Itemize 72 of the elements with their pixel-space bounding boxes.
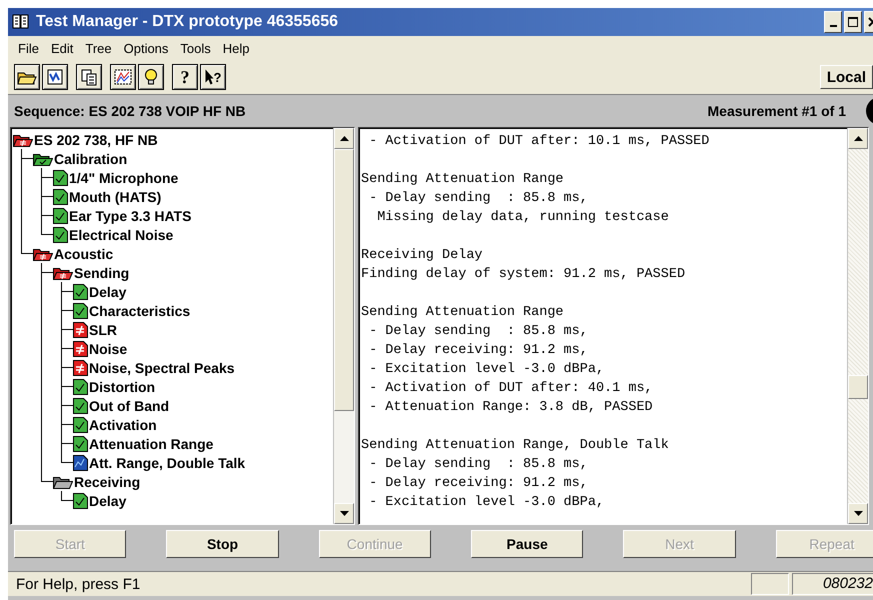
- menu-item[interactable]: Help: [216, 40, 256, 56]
- log-line: - Delay sending : 85.8 ms,: [368, 190, 589, 208]
- tree-node-label[interactable]: Sending: [74, 264, 130, 280]
- scrollbar[interactable]: [333, 128, 354, 524]
- log-line: - Activation of DUT after: 10.1 ms, PASSED: [368, 133, 710, 151]
- tree-node-label[interactable]: Attenuation Range: [89, 436, 214, 452]
- log-line: Sending Attenuation Range: [361, 171, 565, 189]
- log-line: Receiving Delay: [361, 247, 484, 265]
- tree-node-label[interactable]: Noise, Spectral Peaks: [89, 360, 235, 376]
- tree-node-label[interactable]: Receiving: [74, 474, 140, 490]
- context-help-button[interactable]: ?: [200, 64, 226, 90]
- action-button[interactable]: Stop: [166, 530, 279, 558]
- log-line: Sending Attenuation Range, Double Talk: [361, 437, 670, 455]
- up-arrow-icon: [854, 136, 862, 141]
- tree-node-label[interactable]: SLR: [89, 322, 117, 338]
- menu-item[interactable]: File: [12, 40, 45, 56]
- scrollbar-thumb[interactable]: [848, 375, 868, 399]
- log-line: - Attenuation Range: 3.8 dB, PASSED: [368, 399, 654, 417]
- maximize-icon: [848, 17, 858, 27]
- tree-node-label[interactable]: Characteristics: [89, 302, 190, 318]
- log-line: Finding delay of system: 91.2 ms, PASSED: [361, 266, 686, 284]
- log-line: - Excitation level -3.0 dBPa,: [368, 494, 606, 512]
- tree-node-label[interactable]: Acoustic: [54, 246, 114, 262]
- sequence-label: Sequence: ES 202 738 VOIP HF NB: [14, 103, 246, 119]
- tree-node-label[interactable]: Delay: [89, 284, 126, 300]
- status-text: For Help, press F1: [15, 576, 142, 592]
- window-title: Test Manager - DTX prototype 46355656: [36, 13, 340, 31]
- maximize-button[interactable]: [844, 11, 862, 33]
- menu-item[interactable]: Tree: [79, 40, 118, 56]
- tree-node-label[interactable]: Ear Type 3.3 HATS: [69, 208, 192, 224]
- menu-item[interactable]: Edit: [44, 40, 80, 56]
- action-button[interactable]: Pause: [470, 530, 584, 558]
- status-code: 080232: [792, 573, 873, 595]
- log-line: - Delay sending : 85.8 ms,: [368, 456, 589, 474]
- open-folder-icon[interactable]: [14, 64, 40, 90]
- tree-node-label[interactable]: Calibration: [54, 150, 128, 166]
- help-button[interactable]: ?: [172, 64, 198, 90]
- log-line: Sending Attenuation Range: [361, 304, 565, 322]
- tree-node-label[interactable]: Noise: [89, 340, 128, 356]
- local-button[interactable]: Local: [820, 65, 873, 89]
- tree-node-label[interactable]: Out of Band: [89, 398, 170, 414]
- pointer-icon: [204, 69, 214, 85]
- tree-node-label[interactable]: ES 202 738, HF NB: [34, 132, 158, 148]
- measurement-label: Measurement #1 of 1: [708, 103, 846, 119]
- scrollbar[interactable]: [847, 128, 868, 524]
- tree-node-label[interactable]: Activation: [89, 416, 157, 432]
- log-line: Missing delay data, running testcase: [376, 209, 670, 227]
- tree-node-label[interactable]: Delay: [89, 492, 126, 508]
- tree-node-label[interactable]: Electrical Noise: [69, 226, 174, 242]
- scrollbar-thumb[interactable]: [334, 149, 354, 411]
- log-line: - Delay sending : 85.8 ms,: [368, 323, 589, 341]
- tree-node-label[interactable]: Att. Range, Double Talk: [89, 454, 246, 470]
- tree-node-label[interactable]: 1/4" Microphone: [69, 170, 178, 186]
- graph-icon[interactable]: [110, 64, 136, 90]
- menu-item[interactable]: Options: [118, 40, 174, 56]
- app-icon: [12, 13, 30, 31]
- document-icon[interactable]: [42, 64, 68, 90]
- log-line: - Delay receiving: 91.2 ms,: [368, 475, 589, 493]
- minimize-icon: [830, 25, 836, 27]
- copy-icon[interactable]: [76, 64, 102, 90]
- log-line: - Excitation level -3.0 dBPa,: [368, 361, 606, 379]
- question-mark: ?: [214, 70, 222, 84]
- tree-node-label[interactable]: Distortion: [89, 378, 156, 394]
- tree-node-label[interactable]: Mouth (HATS): [69, 188, 162, 204]
- minimize-button[interactable]: [824, 11, 842, 33]
- down-arrow-icon: [854, 511, 862, 516]
- menu-item[interactable]: Tools: [174, 40, 217, 56]
- lightbulb-icon[interactable]: [138, 64, 164, 90]
- up-arrow-icon: [340, 136, 348, 141]
- log-line: - Delay receiving: 91.2 ms,: [368, 342, 589, 360]
- log-line: - Activation of DUT after: 40.1 ms,: [368, 380, 654, 398]
- down-arrow-icon: [340, 511, 348, 516]
